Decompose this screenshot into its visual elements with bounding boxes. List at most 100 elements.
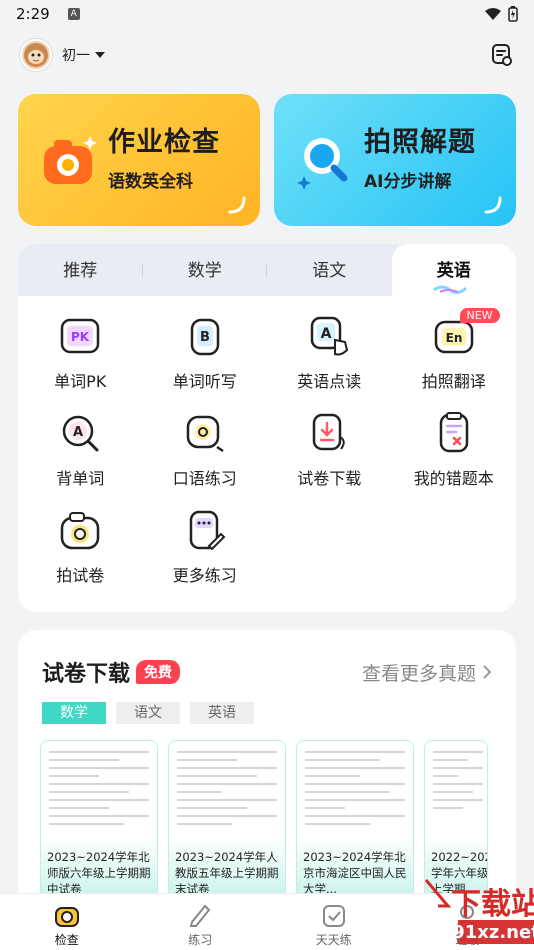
tool-label: 单词PK [54, 372, 107, 391]
grade-selector[interactable]: 初一 [62, 45, 106, 65]
new-badge: NEW [459, 308, 500, 323]
tab-chinese[interactable]: 语文 [267, 244, 392, 296]
tool-photo-paper[interactable]: 拍试卷 [18, 508, 143, 605]
camera-paper-icon [61, 512, 100, 550]
status-icons [484, 6, 518, 22]
tab-english-label: 英语 [436, 261, 471, 281]
tab-math[interactable]: 数学 [143, 244, 268, 296]
subject-tools-panel: 推荐 数学 语文 英语 PK 单词PK B 单词听写 A 英语点读 En NEW… [18, 244, 516, 612]
tool-label: 拍试卷 [56, 566, 105, 585]
tool-label: 背单词 [56, 469, 105, 488]
grade-label: 初一 [62, 48, 90, 64]
tool-more-practice[interactable]: 更多练习 [143, 508, 268, 605]
tool-label: 更多练习 [172, 566, 237, 585]
caret-down-icon [95, 52, 105, 58]
svg-text:B: B [200, 330, 210, 345]
tab-recommend[interactable]: 推荐 [18, 244, 143, 296]
tool-word-pk[interactable]: PK 单词PK [18, 314, 143, 411]
tool-paper-download[interactable]: 试卷下载 [267, 411, 392, 508]
tool-memorize-words[interactable]: A 背单词 [18, 411, 143, 508]
memorize-words-icon: A [63, 415, 99, 452]
homework-check-card[interactable]: 作业检查 语数英全科 [18, 94, 260, 226]
camera-icon [44, 136, 97, 184]
avatar[interactable] [20, 39, 52, 71]
tool-label: 口语练习 [172, 469, 237, 488]
status-bar: 2:29 A [0, 0, 534, 28]
speaking-icon [186, 415, 224, 453]
homework-check-title: 作业检查 [108, 127, 220, 158]
battery-icon [508, 6, 518, 22]
notification-icon: A [67, 8, 80, 20]
view-more-label: 查看更多真题 [361, 662, 476, 685]
monkey-avatar-icon [24, 43, 48, 67]
magnifier-icon [297, 138, 348, 190]
exam-header: 试卷下载 免费 查看更多真题 [18, 630, 516, 688]
tool-label: 我的错题本 [413, 469, 494, 488]
more-practice-icon [189, 510, 226, 551]
free-badge: 免费 [136, 660, 181, 684]
subject-tabs: 推荐 数学 语文 英语 [18, 244, 516, 296]
message-icon[interactable] [488, 42, 514, 68]
tab-english[interactable]: 英语 [391, 244, 516, 296]
tool-photo-translate[interactable]: En NEW 拍照翻译 [392, 308, 517, 411]
pencil-nav-icon [189, 904, 211, 927]
paper-thumbnail [177, 751, 277, 831]
paper-download-icon [313, 413, 345, 451]
paper-thumbnail [433, 751, 483, 815]
filter-math[interactable]: 数学 [42, 702, 106, 724]
nav-daily-practice[interactable]: 天天练 [267, 894, 401, 950]
tool-mistake-book[interactable]: 我的错题本 [392, 411, 517, 508]
status-time: 2:29 [16, 5, 50, 23]
point-read-icon: A [311, 316, 349, 356]
photo-solve-card[interactable]: 拍照解题 AI分步讲解 [274, 94, 516, 226]
nav-label: 练习 [188, 933, 213, 947]
photo-solve-subtitle: AI分步讲解 [364, 172, 452, 192]
tool-label: 单词听写 [172, 372, 237, 391]
photo-solve-title: 拍照解题 [364, 127, 476, 158]
paper-card[interactable]: 2023~2024学年北京市海淀区中国人民大学... [296, 740, 414, 900]
tool-label: 拍照翻译 [421, 372, 486, 391]
paper-caption: 2023~2024学年北师版六年级上学期期中试卷 [47, 850, 151, 896]
feature-cards: 作业检查 语数英全科 拍照解题 AI分步讲解 [18, 94, 516, 226]
tab-underline-squiggle-icon [432, 285, 467, 294]
svg-text:En: En [445, 331, 462, 345]
mistake-book-icon [439, 412, 468, 453]
exam-title: 试卷下载 [42, 662, 131, 687]
watermark-logo: 下载站 91xz.net [424, 879, 534, 944]
paper-thumbnail [49, 751, 149, 831]
view-more-link[interactable]: 查看更多真题 [362, 659, 492, 686]
watermark-domain: 91xz.net [452, 922, 534, 943]
homework-check-subtitle: 语数英全科 [108, 172, 193, 192]
wifi-icon [485, 8, 501, 20]
nav-label: 检查 [54, 933, 79, 947]
paper-caption: 2023~2024学年北京市海淀区中国人民大学... [303, 850, 407, 896]
curl-decoration-icon [228, 196, 246, 214]
paper-caption: 2023~2024学年人教版五年级上学期期末试卷 [175, 850, 279, 896]
svg-text:A: A [73, 425, 83, 440]
pk-icon: PK [61, 318, 100, 354]
exam-subject-filters: 数学 语文 英语 [18, 688, 516, 724]
tool-label: 英语点读 [297, 372, 362, 391]
tool-word-dictation[interactable]: B 单词听写 [143, 314, 268, 411]
nav-label: 天天练 [315, 933, 352, 947]
paper-card[interactable]: 2023~2024学年人教版五年级上学期期末试卷 [168, 740, 286, 900]
watermark-brand: 下载站 [451, 887, 534, 922]
tool-label: 试卷下载 [297, 469, 362, 488]
filter-english[interactable]: 英语 [190, 702, 254, 724]
calendar-check-nav-icon [322, 905, 345, 927]
top-bar: 初一 [0, 28, 534, 82]
camera-nav-icon [54, 907, 79, 927]
tool-grid: PK 单词PK B 单词听写 A 英语点读 En NEW 拍照翻译 A 背单词 … [18, 296, 516, 605]
nav-practice[interactable]: 练习 [134, 894, 268, 950]
chevron-right-icon [483, 664, 492, 679]
svg-text:A: A [321, 326, 332, 342]
curl-decoration-icon [484, 196, 502, 214]
tool-speaking-practice[interactable]: 口语练习 [143, 411, 268, 508]
nav-check[interactable]: 检查 [0, 894, 134, 950]
filter-chinese[interactable]: 语文 [116, 702, 180, 724]
paper-thumbnail [305, 751, 405, 831]
tool-english-point-read[interactable]: A 英语点读 [267, 314, 392, 411]
dictation-icon: B [190, 318, 219, 356]
paper-card[interactable]: 2023~2024学年北师版六年级上学期期中试卷 [40, 740, 158, 900]
svg-text:PK: PK [71, 330, 90, 344]
